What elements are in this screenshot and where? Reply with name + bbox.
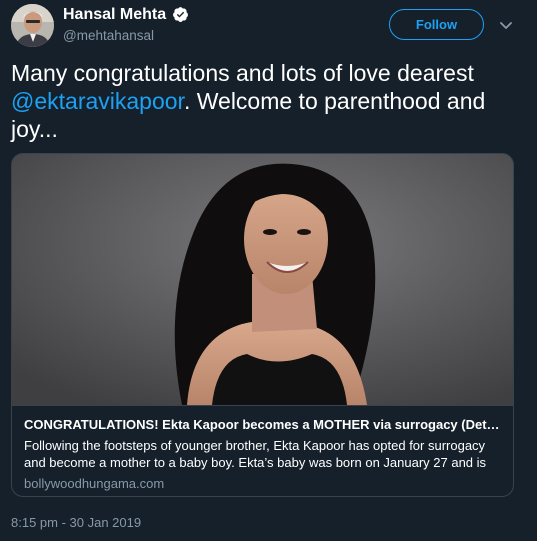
tweet-text-before: Many congratulations and lots of love de… — [11, 60, 474, 86]
tweet-text: Many congratulations and lots of love de… — [11, 59, 526, 143]
chevron-down-icon[interactable] — [498, 17, 514, 33]
follow-button[interactable]: Follow — [389, 9, 484, 40]
author-handle[interactable]: @mehtahansal — [63, 28, 154, 44]
link-preview-card[interactable]: CONGRATULATIONS! Ekta Kapoor becomes a M… — [11, 153, 514, 497]
card-body: CONGRATULATIONS! Ekta Kapoor becomes a M… — [12, 405, 513, 496]
card-image — [12, 154, 513, 405]
tweet-header: Hansal Mehta @mehtahansal Follow — [0, 0, 537, 56]
card-domain: bollywoodhungama.com — [24, 476, 165, 491]
avatar-photo — [11, 4, 54, 47]
tweet-timestamp[interactable]: 8:15 pm - 30 Jan 2019 — [11, 514, 141, 531]
author-avatar[interactable] — [11, 4, 54, 47]
author-display-name[interactable]: Hansal Mehta — [63, 6, 166, 24]
verified-badge-icon — [173, 7, 188, 22]
card-description: Following the footsteps of younger broth… — [24, 438, 487, 470]
tweet: Hansal Mehta @mehtahansal Follow Many co… — [0, 0, 537, 541]
card-title: CONGRATULATIONS! Ekta Kapoor becomes a M… — [24, 417, 501, 432]
mention-link[interactable]: @ektaravikapoor — [11, 88, 184, 114]
card-photo — [12, 154, 513, 405]
